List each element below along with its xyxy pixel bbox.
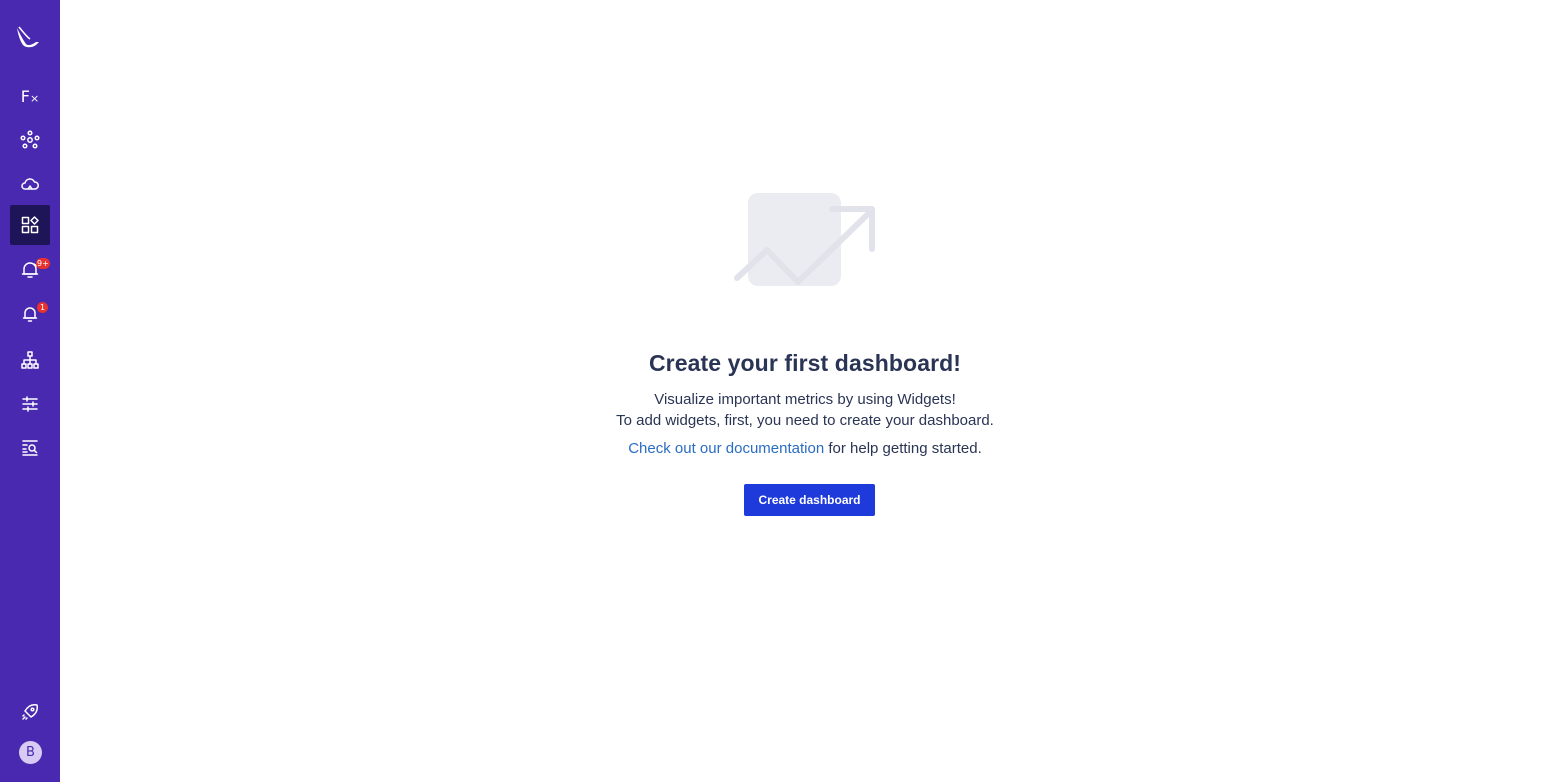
bird-logo[interactable] [14,24,42,52]
dashboard-grid-icon [21,216,39,234]
sidebar-item-settings[interactable] [10,384,50,424]
description-line-2: To add widgets, first, you need to creat… [616,412,994,429]
main-content: Create your first dashboard! Visualize i… [60,0,1550,782]
chart-trend-illustration [732,190,878,292]
notifications-count-badge: 1 [37,302,48,313]
launch-button[interactable] [10,692,50,732]
alerts-count-badge: 9+ [36,258,50,269]
sidebar: F× 9+ 1 B [0,0,60,782]
list-search-icon [22,440,38,456]
hierarchy-icon [21,351,39,369]
sidebar-item-functions[interactable]: F× [10,76,50,116]
create-dashboard-button[interactable]: Create dashboard [744,484,875,516]
sliders-icon [22,396,38,412]
sidebar-item-network[interactable] [10,120,50,160]
documentation-link[interactable]: Check out our documentation [628,440,824,457]
sidebar-item-dashboards[interactable] [10,205,50,245]
rocket-icon [22,704,38,720]
sidebar-item-cloud[interactable] [10,164,50,204]
description-line-1: Visualize important metrics by using Wid… [654,391,956,408]
documentation-suffix: for help getting started. [824,440,982,457]
documentation-line: Check out our documentation for help get… [60,440,1550,457]
user-avatar[interactable]: B [19,741,42,764]
cloud-icon [21,178,39,190]
sidebar-item-search-logs[interactable] [10,428,50,468]
fx-icon: F× [20,86,40,106]
page-title: Create your first dashboard! [648,350,962,376]
sidebar-item-notifications[interactable]: 1 [10,294,50,334]
network-nodes-icon [20,130,40,149]
sidebar-item-hierarchy[interactable] [10,340,50,380]
sidebar-item-alerts[interactable]: 9+ [10,250,50,290]
